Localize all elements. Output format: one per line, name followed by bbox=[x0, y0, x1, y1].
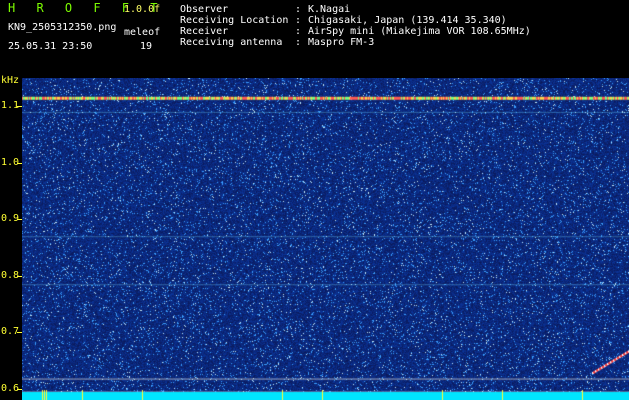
spectrogram-plot bbox=[22, 78, 629, 400]
file-datetime: 25.05.31 23:50 bbox=[8, 41, 93, 52]
info-value-location: Chigasaki, Japan (139.414 35.340) bbox=[308, 15, 507, 26]
info-key-receiver: Receiver bbox=[180, 26, 229, 37]
info-value-antenna: Maspro FM-3 bbox=[308, 37, 375, 48]
info-value-observer: K.Nagai bbox=[308, 4, 351, 15]
info-value-receiver: AirSpy mini (Miakejima VOR 108.65MHz) bbox=[308, 26, 531, 37]
meleof-label: meleof bbox=[124, 27, 161, 38]
meleof-value: 19 bbox=[140, 41, 153, 52]
y-axis-label: kHz bbox=[1, 75, 20, 86]
header-panel: H R O F F T 1.0.0f KN9_2505312350.png me… bbox=[0, 0, 629, 74]
file-name: KN9_2505312350.png bbox=[8, 22, 117, 33]
spectrogram-canvas bbox=[22, 78, 629, 400]
info-key-location: Receiving Location bbox=[180, 15, 289, 26]
info-colon: : bbox=[295, 4, 302, 15]
info-colon: : bbox=[295, 26, 302, 37]
info-key-antenna: Receiving antenna bbox=[180, 37, 283, 48]
app-version: 1.0.0f bbox=[124, 4, 161, 15]
info-key-observer: Observer bbox=[180, 4, 229, 15]
info-colon: : bbox=[295, 15, 302, 26]
info-colon: : bbox=[295, 37, 302, 48]
